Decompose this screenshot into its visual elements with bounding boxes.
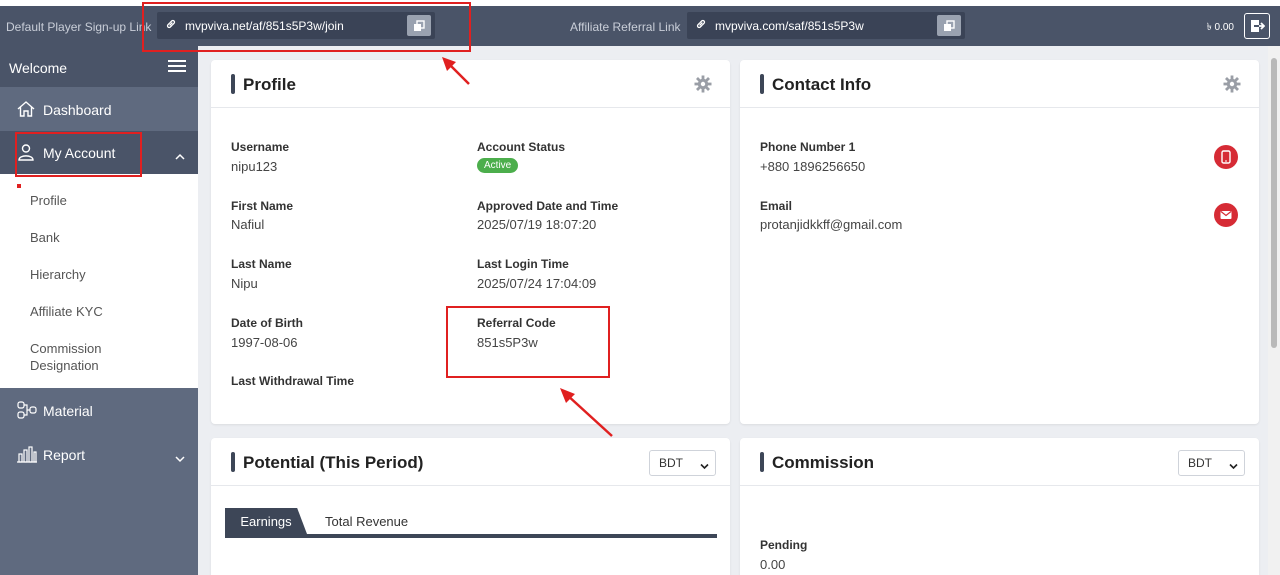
- first-name-label: First Name: [231, 199, 294, 213]
- copy-referral-link-button[interactable]: [937, 15, 961, 36]
- balance-display: ৳ 0.00: [1206, 22, 1234, 33]
- currency-value: BDT: [659, 456, 683, 470]
- link-icon: [695, 18, 713, 33]
- email-icon[interactable]: [1214, 203, 1238, 227]
- title-accent-bar: [231, 74, 235, 94]
- annotation-dot: [17, 184, 21, 188]
- chevron-down-icon: [175, 450, 185, 466]
- annotation-box-my-account: [15, 132, 142, 177]
- pending-value: 0.00: [760, 557, 786, 572]
- sidebar-item-label: Report: [43, 447, 86, 463]
- sidebar-subitem-bank[interactable]: Bank: [30, 229, 60, 246]
- account-status-label: Account Status: [477, 140, 566, 154]
- sidebar-item-material[interactable]: Material: [0, 389, 198, 432]
- username-label: Username: [231, 140, 290, 154]
- my-account-submenu: Profile Bank Hierarchy Affiliate KYC Com…: [0, 174, 198, 388]
- tab-earnings[interactable]: Earnings: [225, 508, 307, 534]
- last-login-value: 2025/07/24 17:04:09: [477, 276, 597, 291]
- contact-title: Contact Info: [772, 75, 872, 94]
- last-name-value: Nipu: [231, 276, 258, 291]
- commission-card-header: Commission BDT: [740, 438, 1259, 486]
- home-icon: [16, 99, 36, 122]
- status-badge: Active: [477, 158, 519, 173]
- gear-icon[interactable]: [694, 75, 712, 98]
- profile-card-header: Profile: [211, 60, 730, 108]
- phone-value: +880 1896256650: [760, 159, 866, 174]
- sidebar-item-label: Dashboard: [43, 102, 112, 118]
- tab-total-revenue[interactable]: Total Revenue: [325, 514, 408, 529]
- last-login-label: Last Login Time: [477, 257, 569, 271]
- gear-icon[interactable]: [1223, 75, 1241, 98]
- last-withdrawal-label: Last Withdrawal Time: [231, 374, 355, 388]
- commission-title: Commission: [772, 453, 875, 472]
- potential-card-header: Potential (This Period) BDT: [211, 438, 730, 486]
- sidebar-subitem-hierarchy[interactable]: Hierarchy: [30, 266, 86, 283]
- annotation-box-referral-code: [446, 306, 610, 378]
- commission-currency-select[interactable]: BDT: [1178, 450, 1245, 476]
- dob-label: Date of Birth: [231, 316, 303, 330]
- bar-chart-icon: [16, 444, 38, 467]
- copy-icon: [944, 19, 955, 31]
- potential-card: Potential (This Period) BDT Earnings Tot…: [211, 438, 730, 575]
- title-accent-bar: [760, 452, 764, 472]
- contact-card-header: Contact Info: [740, 60, 1259, 108]
- page-scrollbar[interactable]: [1268, 46, 1280, 575]
- welcome-text: Welcome: [9, 60, 68, 76]
- currency-value: BDT: [1188, 456, 1212, 470]
- chevron-up-icon: [175, 148, 185, 164]
- referral-link-box[interactable]: mvpviva.com/saf/851s5P3w: [687, 12, 965, 39]
- first-name-value: Nafiul: [231, 217, 265, 232]
- approved-date-value: 2025/07/19 18:07:20: [477, 217, 597, 232]
- title-accent-bar: [231, 452, 235, 472]
- potential-currency-select[interactable]: BDT: [649, 450, 716, 476]
- sidebar-subitem-affiliate-kyc[interactable]: Affiliate KYC: [30, 303, 103, 320]
- potential-tabs: Earnings Total Revenue: [225, 508, 717, 538]
- username-value: nipu123: [231, 159, 278, 174]
- email-label: Email: [760, 199, 793, 213]
- chevron-down-icon: [1229, 459, 1238, 473]
- contact-card: Contact Info Phone Number 1 +880 1896256…: [740, 60, 1259, 424]
- sidebar-item-report[interactable]: Report: [0, 433, 198, 476]
- phone-icon[interactable]: [1214, 145, 1238, 169]
- sidebar-item-label: Material: [43, 403, 93, 419]
- commission-card: Commission BDT Pending 0.00: [740, 438, 1259, 575]
- sidebar: Welcome Dashboard My Account Profile Ban…: [0, 46, 198, 575]
- hamburger-menu-icon[interactable]: [168, 59, 186, 78]
- dob-value: 1997-08-06: [231, 335, 298, 350]
- email-value: protanjidkkff@gmail.com: [760, 217, 903, 232]
- sidebar-subitem-profile[interactable]: Profile: [30, 192, 67, 209]
- last-name-label: Last Name: [231, 257, 292, 271]
- title-accent-bar: [760, 74, 764, 94]
- sidebar-item-dashboard[interactable]: Dashboard: [0, 88, 198, 131]
- chevron-down-icon: [700, 459, 709, 473]
- material-icon: [16, 400, 38, 423]
- profile-title: Profile: [243, 75, 296, 94]
- referral-link-label: Affiliate Referral Link: [570, 20, 681, 34]
- potential-title: Potential (This Period): [243, 453, 424, 472]
- logout-button[interactable]: [1244, 13, 1270, 39]
- sidebar-welcome: Welcome: [0, 46, 198, 87]
- approved-date-label: Approved Date and Time: [477, 199, 619, 213]
- sidebar-subitem-commission-designation[interactable]: Commission Designation: [30, 340, 130, 374]
- signup-link-label: Default Player Sign-up Link: [6, 20, 152, 34]
- pending-label: Pending: [760, 538, 808, 552]
- logout-icon: [1251, 20, 1265, 32]
- referral-link-text: mvpviva.com/saf/851s5P3w: [715, 18, 864, 33]
- scrollbar-thumb[interactable]: [1271, 58, 1277, 348]
- phone-label: Phone Number 1: [760, 140, 856, 154]
- annotation-box-signup-link: [142, 2, 471, 52]
